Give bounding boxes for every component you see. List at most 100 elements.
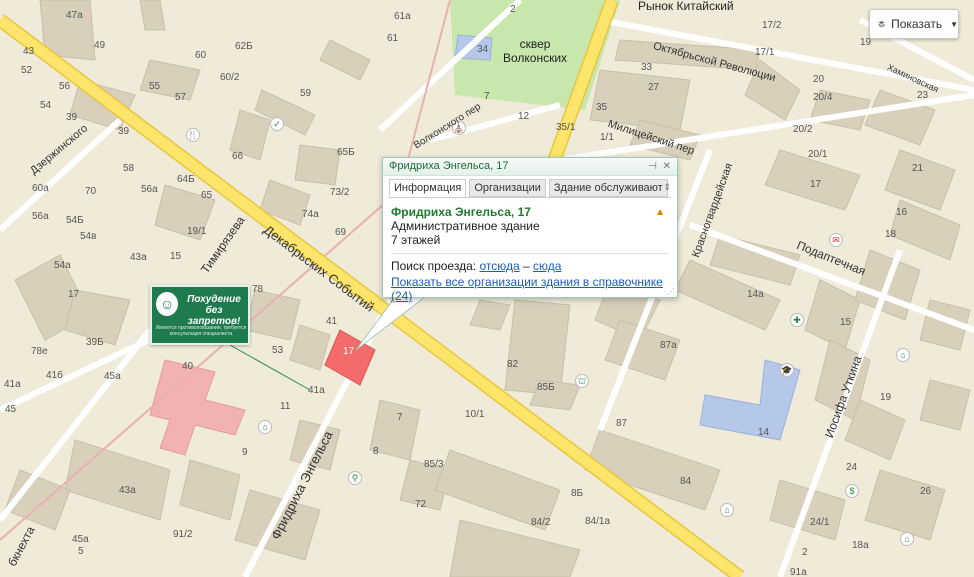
house-number: 45а bbox=[72, 534, 89, 545]
ad-title: Похудение без запретов! bbox=[187, 294, 241, 327]
house-number: 66 bbox=[232, 151, 244, 162]
house-number: 60а bbox=[32, 183, 49, 194]
warning-icon[interactable]: ▲ bbox=[655, 207, 665, 218]
house-number: 19/1 bbox=[187, 226, 207, 237]
house-number: 45а bbox=[104, 371, 121, 382]
house-number: 64Б bbox=[177, 174, 195, 185]
house-number: 56а bbox=[32, 211, 49, 222]
house-number: 39Б bbox=[86, 337, 104, 348]
market-label: Рынок Китайский bbox=[638, 0, 734, 13]
bank-icon[interactable]: $ bbox=[845, 484, 859, 498]
ad-banner[interactable]: ☺ Похудение без запретов! Имеются против… bbox=[150, 285, 250, 345]
tabs-scroll-icon[interactable]: ⇕ bbox=[663, 182, 671, 193]
house-number: 73/2 bbox=[330, 187, 350, 198]
house-number: 74а bbox=[302, 209, 319, 220]
house-number: 61а bbox=[394, 11, 411, 22]
house-number: 20/2 bbox=[793, 124, 813, 135]
home-icon-2[interactable]: ⌂ bbox=[900, 532, 914, 546]
house-number: 84/2 bbox=[531, 517, 551, 528]
school-icon[interactable]: 🎓 bbox=[780, 363, 794, 377]
house-number: 20 bbox=[813, 74, 825, 85]
house-number: 54а bbox=[54, 260, 71, 271]
house-number: 26 bbox=[920, 486, 932, 497]
home-icon[interactable]: ⌂ bbox=[896, 348, 910, 362]
house-number: 55 bbox=[149, 81, 161, 92]
post-icon[interactable]: ✉ bbox=[829, 233, 843, 247]
house-number: 7 bbox=[484, 91, 490, 102]
silhouette-icon: ☺ bbox=[156, 292, 178, 316]
house-number: 24/1 bbox=[810, 517, 830, 528]
house-number: 17/2 bbox=[762, 20, 782, 31]
house-number: 10/1 bbox=[465, 409, 485, 420]
house-number: 15 bbox=[840, 317, 852, 328]
house-number: 8 bbox=[373, 446, 379, 457]
home-icon-4[interactable]: ⌂ bbox=[258, 420, 272, 434]
house-number: 33 bbox=[641, 62, 653, 73]
house-number: 54в bbox=[80, 231, 97, 242]
layers-icon bbox=[878, 20, 885, 28]
balloon-header: Фридриха Энгельса, 17 ⊣ ✕ bbox=[383, 158, 677, 176]
house-number: 5 bbox=[78, 546, 84, 557]
house-number: 17/1 bbox=[755, 47, 775, 58]
house-number: 65 bbox=[201, 190, 213, 201]
show-layers-button[interactable]: Показать ▼ bbox=[869, 9, 959, 39]
house-number: 87а bbox=[660, 340, 677, 351]
house-number: 8Б bbox=[571, 488, 584, 499]
close-icon[interactable]: ✕ bbox=[663, 158, 671, 175]
house-number: 82 bbox=[507, 359, 519, 370]
house-number: 65Б bbox=[337, 147, 355, 158]
tab-information[interactable]: Информация bbox=[389, 179, 467, 197]
house-number: 14а bbox=[747, 289, 764, 300]
ad-fine-print: Имеются противопоказания, требуется конс… bbox=[155, 325, 247, 337]
route-search: Поиск проезда: отсюда – сюда bbox=[391, 259, 669, 273]
chevron-down-icon: ▼ bbox=[950, 19, 958, 29]
house-number: 43а bbox=[130, 252, 147, 263]
house-number: 20/4 bbox=[813, 92, 833, 103]
house-number: 2 bbox=[802, 547, 808, 558]
house-number: 56 bbox=[59, 81, 71, 92]
house-number: 18а bbox=[852, 540, 869, 551]
house-number: 7 bbox=[397, 412, 403, 423]
house-number: 27 bbox=[648, 82, 660, 93]
pharmacy-icon[interactable]: ✚ bbox=[790, 313, 804, 327]
home-icon-3[interactable]: ⌂ bbox=[720, 503, 734, 517]
tab-organizations[interactable]: Организации bbox=[469, 179, 546, 197]
house-number: 34 bbox=[477, 44, 489, 55]
building-floors: 7 этажей bbox=[391, 233, 441, 247]
house-number: 20/1 bbox=[808, 149, 828, 160]
route-from-link[interactable]: отсюда bbox=[479, 259, 519, 273]
house-number: 2 bbox=[510, 4, 516, 15]
balloon-tabs: Информация Организации Здание обслуживаю… bbox=[389, 179, 668, 197]
shop-icon[interactable]: ⛫ bbox=[575, 374, 589, 388]
house-number: 18 bbox=[885, 229, 897, 240]
house-number: 84/1а bbox=[585, 516, 611, 527]
house-number: 49 bbox=[94, 40, 106, 51]
check-icon[interactable]: ✓ bbox=[270, 117, 284, 131]
house-number: 41б bbox=[46, 370, 63, 381]
house-number: 24 bbox=[846, 462, 858, 473]
house-number: 72 bbox=[415, 499, 427, 510]
route-dash: – bbox=[522, 259, 530, 273]
pin-icon[interactable]: ⊣ bbox=[648, 158, 657, 175]
bike-icon[interactable]: ⚲ bbox=[348, 471, 362, 485]
house-number: 60 bbox=[195, 50, 207, 61]
house-number: 43а bbox=[119, 485, 136, 496]
house-number: 35/1 bbox=[556, 122, 576, 133]
house-number: 9 bbox=[242, 447, 248, 458]
house-number: 15 bbox=[170, 251, 182, 262]
house-number: 52 bbox=[21, 65, 33, 76]
house-number: 41а bbox=[4, 379, 21, 390]
house-number: 39 bbox=[118, 126, 130, 137]
show-button-label: Показать bbox=[891, 17, 943, 31]
resize-handle-icon[interactable]: ⋰ bbox=[667, 287, 675, 296]
tab-building-services[interactable]: Здание обслуживают bbox=[548, 179, 668, 197]
highlighted-building-number: 17 bbox=[343, 346, 355, 357]
house-number: 19 bbox=[880, 392, 892, 403]
house-number: 91а bbox=[790, 567, 807, 577]
house-number: 17 bbox=[810, 179, 822, 190]
restaurant-icon[interactable]: 🍴 bbox=[186, 128, 200, 142]
route-to-link[interactable]: сюда bbox=[533, 259, 561, 273]
house-number: 35 bbox=[596, 102, 608, 113]
tabs-divider bbox=[389, 197, 671, 198]
all-organizations-link[interactable]: Показать все организации здания в справо… bbox=[391, 275, 663, 303]
